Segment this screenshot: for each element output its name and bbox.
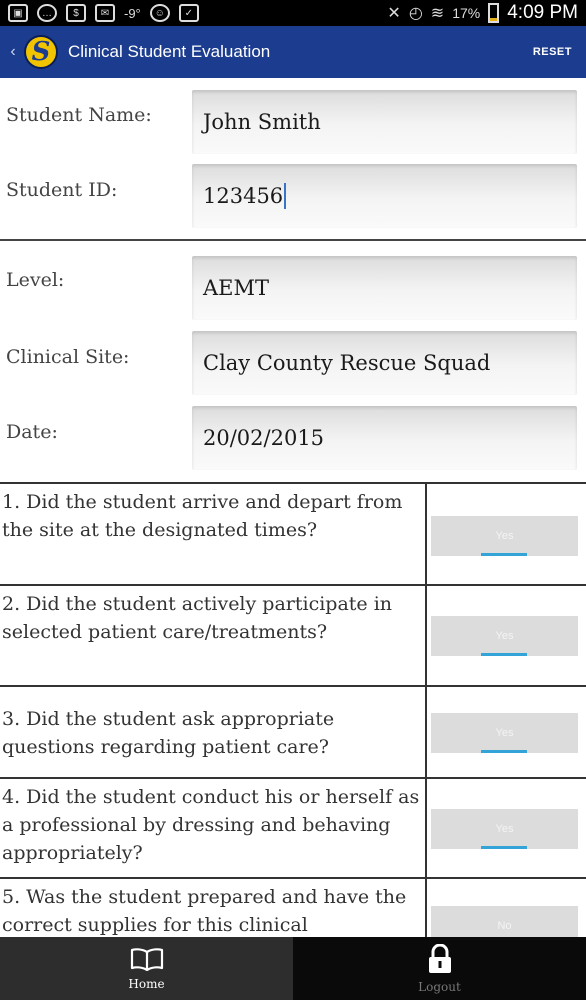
temperature-text: -9°	[124, 5, 141, 21]
logout-tab[interactable]: Logout	[293, 937, 586, 1000]
question-row: 5. Was the student prepared and have the…	[0, 877, 586, 937]
answer-toggle[interactable]: Yes	[431, 516, 578, 556]
page-title: Clinical Student Evaluation	[68, 42, 271, 61]
text-cursor	[284, 183, 286, 209]
question-row: 2. Did the student actively participate …	[0, 584, 586, 686]
logout-label: Logout	[418, 979, 461, 994]
lock-icon	[428, 943, 451, 973]
app-logo[interactable]: S	[24, 35, 58, 69]
student-name-value: John Smith	[203, 110, 321, 134]
clinical-site-select[interactable]: Clay County Rescue Squad	[192, 331, 577, 395]
home-label: Home	[128, 976, 165, 991]
wifi-icon: ≋	[430, 5, 445, 22]
question-text: 4. Did the student conduct his or hersel…	[2, 786, 420, 864]
date-row: Date: 20/02/2015	[0, 406, 586, 470]
android-icon: ☺	[149, 4, 170, 22]
level-value: AEMT	[203, 276, 270, 300]
answer-toggle[interactable]: Yes	[431, 616, 578, 656]
answer-toggle[interactable]: Yes	[431, 809, 578, 849]
home-tab[interactable]: Home	[0, 937, 293, 1000]
question-text: 2. Did the student actively participate …	[2, 593, 393, 643]
question-row: 4. Did the student conduct his or hersel…	[0, 777, 586, 878]
alarm-icon: ◴	[408, 5, 423, 22]
level-row: Level: AEMT	[0, 256, 586, 320]
student-id-label: Student ID:	[6, 179, 118, 201]
date-value: 20/02/2015	[203, 426, 325, 450]
column-divider	[425, 687, 427, 778]
clinical-site-value: Clay County Rescue Squad	[203, 351, 491, 375]
clinical-site-row: Clinical Site: Clay County Rescue Squad	[0, 331, 586, 395]
dollar-icon: $	[66, 4, 86, 22]
question-row: 3. Did the student ask appropriate quest…	[0, 685, 586, 778]
app-bar: ‹ S Clinical Student Evaluation RESET	[0, 26, 586, 78]
student-name-label: Student Name:	[6, 104, 152, 126]
student-id-row: Student ID: 123456	[0, 164, 586, 228]
question-text: 5. Was the student prepared and have the…	[2, 886, 407, 936]
student-name-input[interactable]: John Smith	[192, 90, 577, 154]
mute-icon: ✕	[387, 5, 401, 22]
battery-icon	[488, 3, 500, 23]
column-divider	[425, 586, 427, 686]
battery-percent: 17%	[452, 5, 481, 21]
column-divider	[425, 879, 427, 937]
bottom-nav: Home Logout	[0, 937, 586, 1000]
clinical-site-label: Clinical Site:	[6, 346, 130, 368]
reset-button[interactable]: RESET	[533, 46, 572, 58]
clock-time: 4:09 PM	[507, 2, 578, 23]
question-text: 1. Did the student arrive and depart fro…	[2, 491, 403, 541]
level-label: Level:	[6, 269, 65, 291]
level-select[interactable]: AEMT	[192, 256, 577, 320]
mail-icon: ✉	[95, 4, 115, 22]
clipboard-icon: ✓	[178, 4, 199, 22]
student-id-input[interactable]: 123456	[192, 164, 577, 228]
date-input[interactable]: 20/02/2015	[192, 406, 577, 470]
date-label: Date:	[6, 421, 58, 443]
book-icon	[130, 947, 163, 971]
student-name-row: Student Name: John Smith	[0, 90, 586, 154]
chat-icon: …	[37, 4, 57, 22]
section-divider	[0, 239, 586, 241]
column-divider	[425, 779, 427, 878]
image-icon: ▣	[8, 4, 28, 22]
question-text: 3. Did the student ask appropriate quest…	[2, 708, 335, 758]
answer-toggle[interactable]: No	[431, 906, 578, 937]
student-id-value: 123456	[203, 184, 284, 208]
question-row: 1. Did the student arrive and depart fro…	[0, 482, 586, 585]
back-chevron-icon[interactable]: ‹	[2, 43, 24, 61]
column-divider	[425, 484, 427, 585]
status-bar: ▣ … $ ✉ -9° ☺ ✓ ✕ ◴ ≋ 17% 4:09 PM	[0, 0, 586, 26]
answer-toggle[interactable]: Yes	[431, 713, 578, 753]
